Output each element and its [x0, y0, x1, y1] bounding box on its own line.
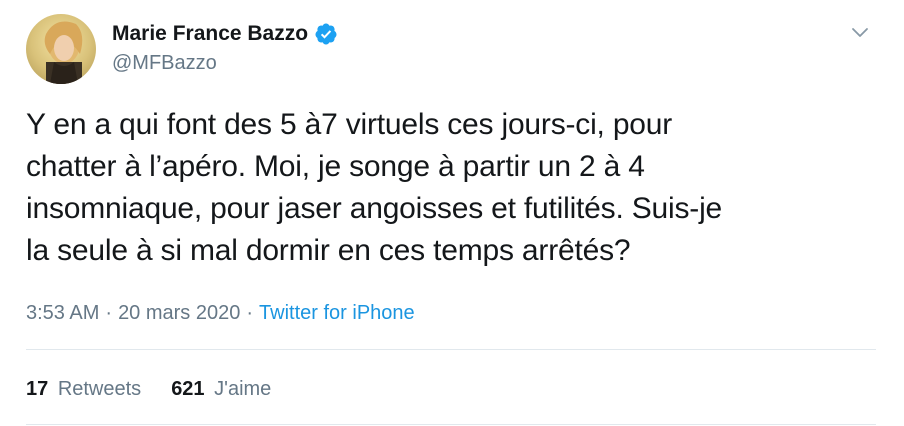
user-handle[interactable]: @MFBazzo — [112, 51, 338, 75]
tweet-stats: 17 Retweets 621 J'aime — [26, 375, 301, 403]
meta-separator: · — [105, 302, 113, 324]
avatar-photo — [26, 14, 96, 84]
meta-separator: · — [246, 302, 254, 324]
tweet-date[interactable]: 20 mars 2020 — [118, 302, 240, 324]
tweet-header: Marie France Bazzo @MFBazzo — [26, 14, 338, 84]
name-row: Marie France Bazzo — [112, 22, 338, 46]
tweet-time[interactable]: 3:53 AM — [26, 302, 99, 324]
tweet-text-line: chatter à l’apéro. Moi, je songe à parti… — [26, 150, 645, 183]
tweet-card: Marie France Bazzo @MFBazzo Y en a qui f… — [0, 0, 904, 426]
tweet-text-line: Y en a qui font des 5 à7 virtuels ces jo… — [26, 108, 673, 141]
divider — [26, 349, 876, 350]
tweet-source-link[interactable]: Twitter for iPhone — [259, 302, 415, 324]
display-name[interactable]: Marie France Bazzo — [112, 22, 308, 46]
chevron-down-icon[interactable] — [848, 20, 872, 44]
tweet-text-line: insomniaque, pour jaser angoisses et fut… — [26, 192, 723, 225]
likes-count: 621 — [171, 378, 205, 400]
tweet-text-line: la seule à si mal dormir en ces temps ar… — [26, 234, 631, 267]
verified-badge-icon — [314, 22, 338, 46]
retweets-stat[interactable]: 17 Retweets — [26, 375, 141, 403]
likes-stat[interactable]: 621 J'aime — [171, 375, 271, 403]
retweets-label: Retweets — [57, 378, 142, 400]
likes-label: J'aime — [214, 378, 272, 400]
tweet-meta: 3:53 AM · 20 mars 2020 · Twitter for iPhone — [26, 299, 415, 327]
tweet-text: Y en a qui font des 5 à7 virtuels ces jo… — [26, 104, 876, 272]
retweets-count: 17 — [26, 378, 49, 400]
divider — [26, 424, 876, 425]
user-info: Marie France Bazzo @MFBazzo — [112, 22, 338, 75]
avatar[interactable] — [26, 14, 96, 84]
